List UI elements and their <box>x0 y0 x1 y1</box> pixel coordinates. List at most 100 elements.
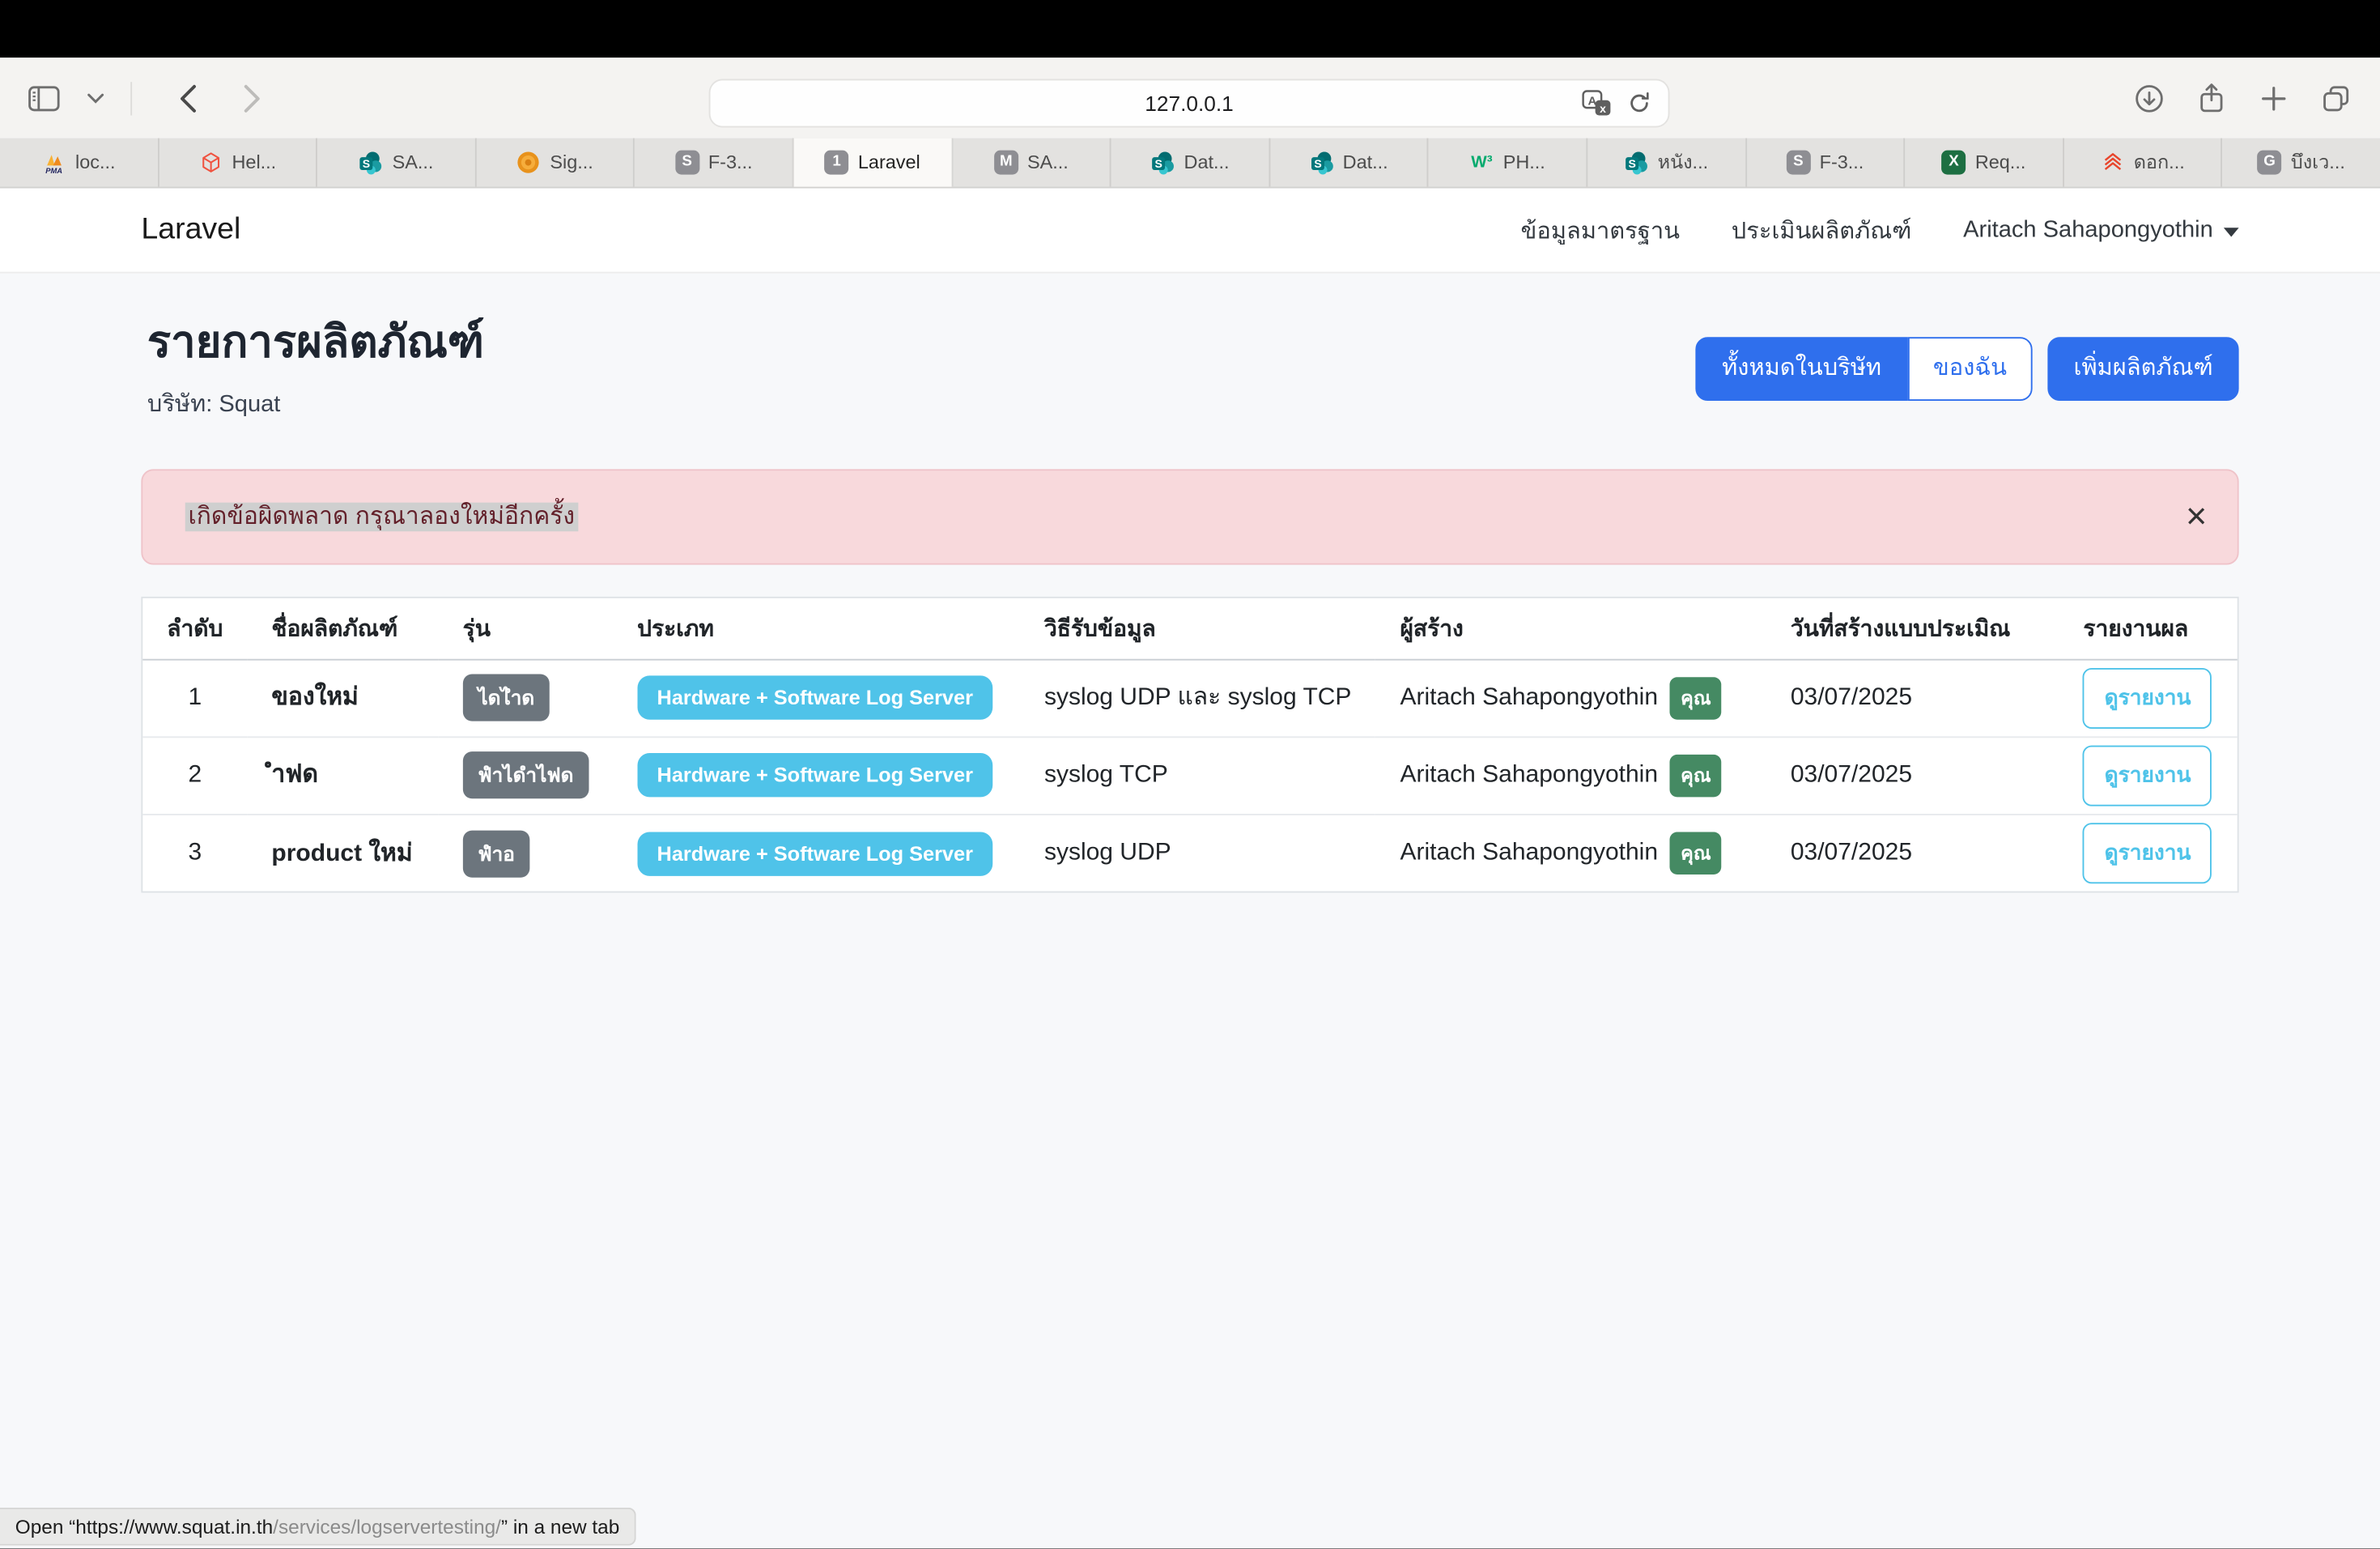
browser-tab[interactable]: ดอก... <box>2063 138 2222 187</box>
browser-tab[interactable]: W³ PH... <box>1429 138 1587 187</box>
page-title: รายการผลิตภัณฑ์ <box>147 319 484 370</box>
model-badge: ฟำไดำไฟด <box>463 752 589 799</box>
tab-label: F-3... <box>1820 152 1864 173</box>
tab-favicon-icon: S <box>1150 151 1175 175</box>
reload-button[interactable] <box>1622 87 1655 120</box>
tab-favicon-icon: S <box>359 151 383 175</box>
row-index: 2 <box>142 737 247 815</box>
forward-button[interactable] <box>229 75 274 121</box>
column-header: รุ่น <box>439 598 614 659</box>
tab-favicon-icon: G <box>2258 151 2282 175</box>
column-header: ลำดับ <box>142 598 247 659</box>
product-name: ของใหม่ <box>247 659 438 737</box>
error-alert-message: เกิดข้อผิดพลาด กรุณาลองใหม่อีกครั้ง <box>185 503 578 532</box>
new-tab-button[interactable] <box>2251 75 2297 121</box>
translate-button[interactable]: Ax <box>1580 87 1613 120</box>
svg-text:S: S <box>1155 157 1162 170</box>
products-table-card: ลำดับชื่อผลิตภัณฑ์รุ่นประเภทวิธีรับข้อมู… <box>141 598 2238 894</box>
column-header: ประเภท <box>613 598 1020 659</box>
tab-favicon-icon: X <box>1942 151 1966 175</box>
browser-tab[interactable]: S F-3... <box>1746 138 1905 187</box>
data-method: syslog UDP และ syslog TCP <box>1020 659 1376 737</box>
browser-tab[interactable]: S Dat... <box>1111 138 1270 187</box>
sidebar-toggle-button[interactable] <box>21 75 66 121</box>
address-bar[interactable]: 127.0.0.1 Ax <box>709 79 1670 128</box>
created-date: 03/07/2025 <box>1766 737 2059 815</box>
product-name: product ใหม่ <box>247 815 438 892</box>
tab-bar: PMA loc... Hel... S SA... Sig... S F-3..… <box>0 138 2380 189</box>
tab-label: PH... <box>1503 152 1545 173</box>
status-host: https://www.squat.in.th <box>75 1515 273 1538</box>
browser-tab[interactable]: 1 Laravel <box>794 138 953 187</box>
svg-text:S: S <box>1314 157 1321 170</box>
browser-tab[interactable]: X Req... <box>1905 138 2063 187</box>
tab-label: Laravel <box>858 152 920 173</box>
nav-link-standard-data[interactable]: ข้อมูลมาตรฐาน <box>1521 211 1680 249</box>
tab-favicon-icon: M <box>994 151 1018 175</box>
browser-tab[interactable]: Sig... <box>476 138 635 187</box>
column-header: รายงานผล <box>2059 598 2237 659</box>
browser-tab[interactable]: S F-3... <box>635 138 793 187</box>
tab-label: Dat... <box>1343 152 1388 173</box>
site-header: Laravel ข้อมูลมาตรฐาน ประเมินผลิตภัณฑ์ A… <box>0 189 2380 274</box>
browser-tab[interactable]: Hel... <box>159 138 317 187</box>
error-alert: เกิดข้อผิดพลาด กรุณาลองใหม่อีกครั้ง × <box>141 470 2238 565</box>
screen-top-bar <box>0 0 2380 57</box>
tab-overview-button[interactable] <box>2314 75 2359 121</box>
tab-label: Sig... <box>550 152 593 173</box>
tab-favicon-icon: S <box>1786 151 1810 175</box>
brand-logo[interactable]: Laravel <box>141 213 240 248</box>
creator-name: Aritach Sahapongyothin <box>1400 684 1658 712</box>
column-header: ชื่อผลิตภัณฑ์ <box>247 598 438 659</box>
browser-tab[interactable]: S SA... <box>317 138 476 187</box>
all-company-button[interactable]: ทั้งหมดในบริษัท <box>1696 337 1907 400</box>
tab-favicon-icon <box>516 151 541 175</box>
view-report-button[interactable]: ดูรายงาน <box>2083 823 2212 883</box>
browser-tab[interactable]: S หนัง... <box>1587 138 1746 187</box>
share-icon <box>2198 81 2225 114</box>
status-prefix: Open “ <box>15 1515 76 1538</box>
svg-text:PMA: PMA <box>45 167 62 175</box>
browser-tab[interactable]: S Dat... <box>1270 138 1429 187</box>
tab-favicon-icon: S <box>675 151 699 175</box>
user-menu[interactable]: Aritach Sahapongyothin <box>1963 216 2238 244</box>
tab-label: บึงเว... <box>2291 147 2345 178</box>
view-report-button[interactable]: ดูรายงาน <box>2083 668 2212 729</box>
tab-label: SA... <box>393 152 434 173</box>
table-row: 2 ำฟด ฟำไดำไฟด Hardware + Software Log S… <box>142 737 2238 815</box>
nav-link-evaluate-product[interactable]: ประเมินผลิตภัณฑ์ <box>1732 211 1912 249</box>
product-name: ำฟด <box>247 737 438 815</box>
page-content: รายการผลิตภัณฑ์ บริษัท: Squat ทั้งหมดในบ… <box>0 274 2380 894</box>
type-badge: Hardware + Software Log Server <box>637 676 992 720</box>
you-badge: คุณ <box>1670 832 1722 875</box>
browser-tab[interactable]: PMA loc... <box>0 138 159 187</box>
tab-label: ดอก... <box>2134 147 2185 178</box>
share-button[interactable] <box>2189 75 2234 121</box>
column-header: วิธีรับข้อมูล <box>1020 598 1376 659</box>
user-name: Aritach Sahapongyothin <box>1963 216 2213 244</box>
table-header-row: ลำดับชื่อผลิตภัณฑ์รุ่นประเภทวิธีรับข้อมู… <box>142 598 2238 659</box>
column-header: ผู้สร้าง <box>1375 598 1766 659</box>
view-report-button[interactable]: ดูรายงาน <box>2083 745 2212 806</box>
you-badge: คุณ <box>1670 755 1722 798</box>
column-header: วันที่สร้างแบบประเมิณ <box>1766 598 2059 659</box>
row-index: 1 <box>142 659 247 737</box>
tab-favicon-icon: S <box>1624 151 1648 175</box>
add-product-button[interactable]: เพิ่มผลิตภัณฑ์ <box>2048 337 2239 400</box>
browser-tab[interactable]: G บึงเว... <box>2223 138 2380 187</box>
model-badge: ไดไำด <box>463 674 550 721</box>
my-products-button[interactable]: ของฉัน <box>1907 337 2033 400</box>
tab-label: SA... <box>1027 152 1069 173</box>
back-button[interactable] <box>165 75 210 121</box>
close-icon[interactable]: × <box>2186 500 2207 536</box>
you-badge: คุณ <box>1670 677 1722 720</box>
downloads-button[interactable] <box>2127 75 2172 121</box>
page-actions: ทั้งหมดในบริษัท ของฉัน เพิ่มผลิตภัณฑ์ <box>1696 337 2238 400</box>
table-row: 3 product ใหม่ ฟำอ Hardware + Software L… <box>142 815 2238 892</box>
sidebar-chevron-button[interactable] <box>73 75 118 121</box>
tab-label: Req... <box>1975 152 2026 173</box>
tab-favicon-icon: W³ <box>1469 151 1494 175</box>
browser-toolbar: 127.0.0.1 Ax <box>0 57 2380 138</box>
plus-icon <box>2260 84 2288 112</box>
browser-tab[interactable]: M SA... <box>953 138 1111 187</box>
